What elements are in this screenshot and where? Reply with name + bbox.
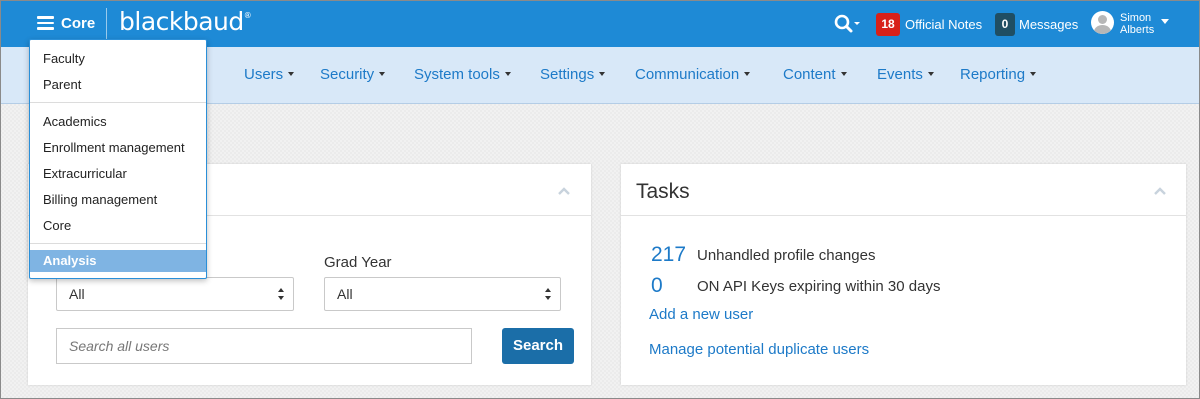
menu-item-academics[interactable]: Academics	[43, 114, 107, 129]
role-select-value: All	[69, 286, 85, 302]
user-first-name: Simon	[1120, 12, 1152, 24]
search-users-input[interactable]: Search all users	[56, 328, 472, 364]
add-new-user-link[interactable]: Add a new user	[649, 306, 753, 323]
official-notes-count-badge[interactable]: 18	[876, 13, 900, 36]
chevron-down-icon	[379, 72, 386, 77]
panel-divider	[621, 215, 1186, 216]
grad-year-select[interactable]: All	[324, 277, 561, 311]
menu-item-billing-management[interactable]: Billing management	[43, 192, 157, 207]
tasks-title: Tasks	[636, 180, 690, 203]
role-select[interactable]: All	[56, 277, 294, 311]
collapse-chevron-up-icon[interactable]	[1154, 186, 1166, 198]
chevron-down-icon	[840, 72, 847, 77]
nav-system-tools[interactable]: System tools	[414, 66, 511, 83]
select-arrows-icon	[278, 288, 284, 300]
user-name[interactable]: Simon Alberts	[1120, 12, 1154, 36]
nav-users[interactable]: Users	[244, 66, 295, 83]
chevron-down-icon	[288, 72, 295, 77]
search-icon[interactable]	[833, 13, 861, 35]
hamburger-menu-icon[interactable]	[37, 16, 54, 30]
task-stat-value[interactable]: 217	[651, 243, 686, 267]
task-stat-label: ON API Keys expiring within 30 days	[697, 278, 941, 295]
nav-reporting[interactable]: Reporting	[960, 66, 1037, 83]
menu-divider	[30, 102, 206, 103]
user-last-name: Alberts	[1120, 24, 1155, 36]
menu-item-analysis[interactable]: Analysis	[30, 250, 206, 272]
nav-content[interactable]: Content	[783, 66, 847, 83]
task-stat-value[interactable]: 0	[651, 274, 663, 298]
menu-item-extracurricular[interactable]: Extracurricular	[43, 166, 127, 181]
registered-mark: ®	[243, 11, 252, 20]
collapse-chevron-up-icon[interactable]	[558, 186, 570, 198]
brand-name: blackbaud	[119, 7, 244, 36]
menu-item-parent[interactable]: Parent	[43, 77, 81, 92]
manage-duplicate-users-link[interactable]: Manage potential duplicate users	[649, 341, 869, 358]
search-button[interactable]: Search	[502, 328, 574, 364]
chevron-down-icon	[927, 72, 934, 77]
menu-item-analysis-label: Analysis	[43, 253, 97, 268]
user-avatar[interactable]	[1091, 11, 1114, 34]
blackbaud-logo: blackbaud®	[119, 7, 252, 36]
nav-security[interactable]: Security	[320, 66, 386, 83]
core-dropdown-menu: Faculty Parent Academics Enrollment mana…	[29, 39, 207, 279]
menu-divider	[30, 243, 206, 244]
nav-events[interactable]: Events	[877, 66, 934, 83]
chevron-down-icon	[1030, 72, 1037, 77]
menu-item-faculty[interactable]: Faculty	[43, 51, 85, 66]
grad-year-select-value: All	[337, 286, 353, 302]
user-menu-caret-icon[interactable]	[1161, 19, 1169, 24]
messages-count-badge[interactable]: 0	[995, 13, 1015, 36]
select-arrows-icon	[545, 288, 551, 300]
official-notes-link[interactable]: Official Notes	[905, 17, 982, 32]
chevron-down-icon	[504, 72, 511, 77]
chevron-down-icon	[599, 72, 606, 77]
nav-communication[interactable]: Communication	[635, 66, 751, 83]
grad-year-label: Grad Year	[324, 254, 392, 271]
chevron-down-icon	[744, 72, 751, 77]
task-stat-label: Unhandled profile changes	[697, 247, 876, 264]
menu-item-enrollment-management[interactable]: Enrollment management	[43, 140, 185, 155]
messages-link[interactable]: Messages	[1019, 17, 1078, 32]
nav-settings[interactable]: Settings	[540, 66, 606, 83]
core-menu-label[interactable]: Core	[61, 15, 95, 32]
menu-item-core[interactable]: Core	[43, 218, 71, 233]
topbar-divider	[106, 8, 107, 40]
tasks-panel: Tasks 217 Unhandled profile changes 0 ON…	[621, 164, 1186, 385]
